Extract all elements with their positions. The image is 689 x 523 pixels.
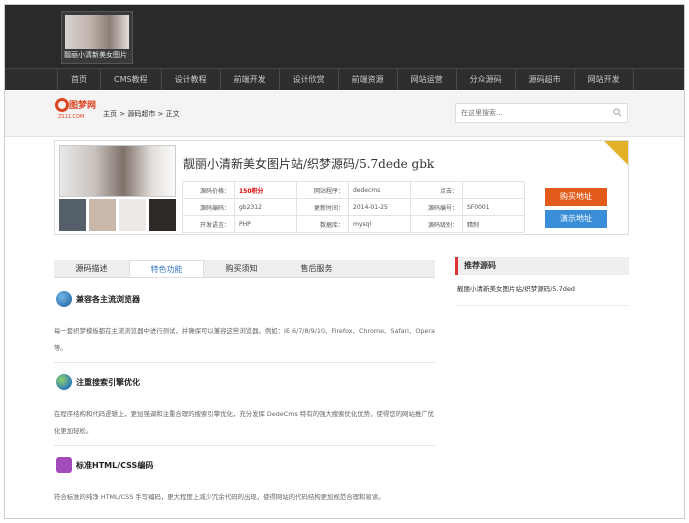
info-value: mysql (348, 215, 411, 233)
top-banner: 靓丽小清新美女图片 (5, 5, 684, 68)
screenshot-photo (59, 199, 86, 231)
demo-button[interactable]: 演示地址 (545, 210, 607, 228)
feature-title: 兼容各主流浏览器 (76, 295, 140, 304)
info-row: 源码价格： 150积分 网站程序： dedecms 点击： (182, 181, 525, 199)
corner-ribbon (604, 141, 628, 165)
nav-item-resources[interactable]: 前端资源 (337, 69, 397, 90)
nav-item-source[interactable]: 分众源码 (455, 69, 515, 90)
info-value: 精制 (462, 215, 525, 233)
screenshot-photo (149, 199, 176, 231)
feature-title: 注重搜索引擎优化 (76, 378, 140, 387)
screenshot-banner (59, 145, 176, 197)
sidebar-heading: 推荐源码 (455, 257, 629, 275)
logo-name: 图梦网 (69, 101, 97, 111)
screenshot-photo (89, 199, 116, 231)
feature-text: 每一套织梦模板都在主流浏览器中进行测试，并确保可以兼容这些浏览器。例如：IE 6… (54, 327, 435, 352)
screenshot-photo (119, 199, 146, 231)
feature-title: 标准HTML/CSS编码 (76, 461, 154, 470)
thumbnail-caption: 靓丽小清新美女图片 (64, 51, 127, 59)
logo-mark-icon (55, 98, 69, 112)
nav-item-home[interactable]: 首页 (57, 69, 100, 90)
thumbnail-image (65, 15, 129, 49)
banner-thumbnail[interactable]: 靓丽小清新美女图片 (61, 11, 133, 64)
info-key: 开发语言： (182, 215, 235, 233)
page-frame: 靓丽小清新美女图片 首页 CMS教程 设计教程 前端开发 设计欣赏 前端资源 网… (4, 4, 685, 519)
price-value: 150积分 (234, 181, 297, 199)
feature-text: 在程序结构和代码逻辑上，更加强调和注重合理的搜索引擎优化，充分发挥 DedeCm… (54, 410, 435, 435)
product-title: 靓丽小清新美女图片站/织梦源码/5.7dede gbk (183, 157, 435, 171)
info-key: 源码价格： (182, 181, 235, 199)
info-key: 数据库： (296, 215, 349, 233)
info-value: 2014-01-25 (348, 198, 411, 216)
nav-item-cms[interactable]: CMS教程 (100, 69, 161, 90)
product-screenshot[interactable] (59, 145, 176, 231)
divider (54, 362, 435, 363)
info-value: PHP (234, 215, 297, 233)
info-key: 源码级别： (410, 215, 463, 233)
feature-text: 符合标准的纯净 HTML/CSS 手写编码，更大程度上减少冗余代码的出现，使得网… (54, 493, 385, 501)
tab-after-sales[interactable]: 售后服务 (279, 260, 354, 277)
info-key: 网站程序： (296, 181, 349, 199)
breadcrumb[interactable]: 主页 > 源码超市 > 正文 (103, 109, 180, 119)
info-value (462, 181, 525, 199)
info-key: 点击： (410, 181, 463, 199)
detail-tabs: 源码描述 特色功能 购买须知 售后服务 (54, 260, 435, 278)
nav-item-design[interactable]: 设计教程 (160, 69, 220, 90)
sidebar-link[interactable]: 靓丽小清新美女图片站/织梦源码/5.7ded (455, 275, 629, 306)
product-info-table: 源码价格： 150积分 网站程序： dedecms 点击： 源码编码： gb23… (182, 181, 525, 233)
product-panel: 靓丽小清新美女图片站/织梦源码/5.7dede gbk 源码价格： 150积分 … (54, 140, 629, 235)
info-key: 源码编码： (182, 198, 235, 216)
globe-icon (56, 291, 72, 307)
css-file-icon (56, 457, 72, 473)
logo-url: ZS12.COM (58, 114, 85, 120)
main-nav: 首页 CMS教程 设计教程 前端开发 设计欣赏 前端资源 网站运营 分众源码 源… (5, 68, 684, 90)
logo-bar: 图梦网 ZS12.COM 主页 > 源码超市 > 正文 (5, 91, 684, 137)
earth-icon (56, 374, 72, 390)
info-key: 更新时间： (296, 198, 349, 216)
nav-item-frontend[interactable]: 前端开发 (219, 69, 279, 90)
divider (54, 445, 435, 446)
tab-purchase-notes[interactable]: 购买须知 (204, 260, 279, 277)
search-icon[interactable] (613, 108, 622, 117)
site-logo[interactable]: 图梦网 ZS12.COM (55, 98, 99, 122)
nav-item-dev[interactable]: 网站开发 (573, 69, 634, 90)
info-row: 开发语言： PHP 数据库： mysql 源码级别： 精制 (182, 215, 525, 233)
tab-description[interactable]: 源码描述 (54, 260, 129, 277)
search-input[interactable] (456, 104, 606, 122)
sidebar: 推荐源码 靓丽小清新美女图片站/织梦源码/5.7ded (455, 257, 629, 306)
search-box (455, 103, 628, 123)
tab-features[interactable]: 特色功能 (129, 260, 204, 277)
buy-button[interactable]: 购买地址 (545, 188, 607, 206)
info-value: dedecms (348, 181, 411, 199)
info-key: 源码编号： (410, 198, 463, 216)
info-value: SF0001 (462, 198, 525, 216)
nav-item-showcase[interactable]: 设计欣赏 (278, 69, 338, 90)
info-value: gb2312 (234, 198, 297, 216)
nav-item-market[interactable]: 源码超市 (514, 69, 574, 90)
nav-item-operations[interactable]: 网站运营 (396, 69, 456, 90)
info-row: 源码编码： gb2312 更新时间： 2014-01-25 源码编号： SF00… (182, 198, 525, 216)
